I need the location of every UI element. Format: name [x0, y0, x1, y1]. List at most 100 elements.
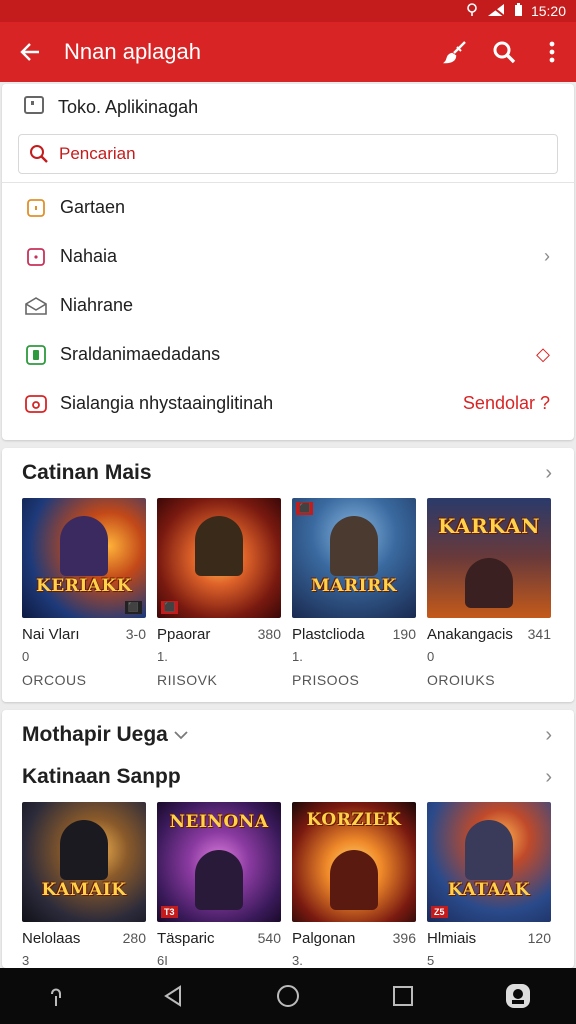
app-name: Nai Vları — [22, 626, 80, 643]
search-button[interactable] — [480, 22, 528, 82]
menu-item-2[interactable]: Niahrane — [2, 281, 574, 330]
app-row: KAMAIK Nelolaas 280 3 NEINONA T3 Täsparic… — [2, 802, 574, 968]
app-card[interactable]: KATAAK Z5 Hlmiais 120 5 — [427, 802, 551, 968]
menu-item-label: Sraldanimaedadans — [60, 344, 221, 364]
menu-item-4[interactable]: Sialangia nhystaainglitinah Sendolar ? — [2, 379, 574, 428]
app-number: 120 — [527, 930, 551, 946]
store-icon — [24, 95, 44, 119]
app-name: Täsparic — [157, 930, 215, 947]
app-tag: ⬛ — [161, 601, 179, 614]
arrow-left-icon — [20, 43, 39, 61]
nav-recents-button[interactable] — [373, 968, 433, 1024]
nav-assistant-button[interactable] — [488, 968, 548, 1024]
signal-icon — [486, 2, 506, 20]
hero-figure — [60, 516, 108, 576]
search-box[interactable] — [18, 134, 558, 174]
app-card[interactable]: KORZIEK Palgonan 396 3. — [292, 802, 416, 968]
hero-figure — [330, 850, 378, 910]
app-line3: ORCOUS — [22, 672, 87, 688]
app-line2: 1. — [157, 649, 168, 664]
app-number: 280 — [122, 930, 146, 946]
game-logo: NEINONA — [169, 812, 269, 832]
app-thumbnail: KARKAN — [427, 498, 551, 618]
status-bar: 15:20 — [0, 0, 576, 22]
section-header[interactable]: Catinan Mais › — [2, 448, 574, 498]
status-time: 15:20 — [530, 3, 566, 19]
app-card[interactable]: ⬛ Ppaorar 380 1. RIISOVK — [157, 498, 281, 688]
app-name: Palgonan — [292, 930, 356, 947]
menu-item-1[interactable]: Nahaia › — [2, 232, 574, 281]
subsection-header[interactable]: Katinaan Sanpp › — [2, 760, 574, 794]
envelope-open-icon — [24, 296, 48, 316]
search-icon — [493, 41, 516, 64]
photo-red-icon — [24, 393, 48, 415]
game-logo: KAMAIK — [41, 880, 127, 900]
chevron-right-icon: › — [545, 723, 552, 746]
app-line2: 0 — [427, 649, 435, 664]
more-vert-icon — [549, 41, 555, 63]
chevron-right-icon: › — [545, 765, 552, 788]
app-number: 341 — [527, 626, 551, 642]
app-tag: ⬛ — [124, 601, 142, 614]
app-card[interactable]: KARKAN Anakangacis 341 0 OROIUKS — [427, 498, 551, 688]
app-card[interactable]: MARIRK ⬛ Plastclioda 190 1. PRISOOS — [292, 498, 416, 688]
game-logo: KARKAN — [437, 514, 541, 538]
app-number: 540 — [257, 930, 281, 946]
menu-item-0[interactable]: Gartaen — [2, 183, 574, 232]
search-input[interactable] — [59, 144, 459, 164]
game-logo: KORZIEK — [306, 810, 402, 830]
page-title: Nnan aplagah — [64, 39, 202, 64]
app-line2: 6I — [157, 953, 168, 968]
chevron-down-icon[interactable] — [174, 727, 188, 743]
app-thumbnail: KATAAK Z5 — [427, 802, 551, 922]
section-title: Mothapir Uega — [22, 723, 168, 746]
app-name: Plastclioda — [292, 626, 365, 643]
app-tag: T3 — [161, 906, 178, 918]
brush-button[interactable] — [432, 22, 480, 82]
hero-figure — [195, 850, 243, 910]
app-line2: 5 — [427, 953, 435, 968]
app-thumbnail: KORZIEK — [292, 802, 416, 922]
hero-figure — [465, 820, 513, 880]
store-label: Toko. Aplikinagah — [58, 96, 199, 117]
back-button[interactable] — [0, 22, 60, 82]
square-orange-icon — [24, 198, 48, 218]
app-tag: Z5 — [431, 906, 448, 918]
app-line3: RIISOVK — [157, 672, 218, 688]
nav-home-button[interactable] — [258, 968, 318, 1024]
accessibility-button[interactable] — [28, 968, 88, 1024]
app-thumbnail: ⬛ — [157, 498, 281, 618]
app-line3: PRISOOS — [292, 672, 360, 688]
app-line3: OROIUKS — [427, 672, 496, 688]
section-mothapir-uega: Mothapir Uega › Katinaan Sanpp › KAMAIK … — [2, 710, 574, 968]
square-recents-icon — [393, 986, 414, 1006]
search-icon — [30, 145, 48, 163]
location-icon — [466, 2, 478, 20]
app-line2: 3 — [22, 953, 30, 968]
subsection-title: Katinaan Sanpp — [22, 765, 181, 788]
app-card[interactable]: KAMAIK Nelolaas 280 3 — [22, 802, 146, 968]
section-title: Catinan Mais — [22, 461, 152, 484]
triangle-back-icon — [163, 985, 181, 1007]
menu-item-label: Niahrane — [60, 295, 134, 315]
nav-back-button[interactable] — [143, 968, 203, 1024]
app-row: KERIAKK ⬛ Nai Vları 3-0 0 ORCOUS ⬛ Ppaora… — [2, 498, 574, 688]
sendolar-link[interactable]: Sendolar ? — [463, 393, 550, 414]
game-logo: KATAAK — [447, 880, 531, 900]
section-header[interactable]: Mothapir Uega › — [2, 710, 574, 760]
store-line[interactable]: Toko. Aplikinagah — [2, 84, 574, 130]
app-name: Hlmiais — [427, 930, 477, 947]
brush-icon — [443, 41, 466, 64]
more-options-button[interactable] — [528, 22, 576, 82]
battery-icon — [514, 2, 523, 20]
app-name: Ppaorar — [157, 626, 211, 643]
menu-item-label: Nahaia — [60, 246, 118, 266]
app-name: Nelolaas — [22, 930, 81, 947]
app-card[interactable]: KERIAKK ⬛ Nai Vları 3-0 0 ORCOUS — [22, 498, 146, 688]
menu-item-3[interactable]: Sraldanimaedadans ◇ — [2, 330, 574, 379]
system-nav-bar — [0, 968, 576, 1024]
chevron-right-icon: › — [545, 461, 552, 484]
app-card[interactable]: NEINONA T3 Täsparic 540 6I — [157, 802, 281, 968]
app-number: 380 — [257, 626, 281, 642]
menu-item-label: Sialangia nhystaainglitinah — [60, 393, 274, 413]
